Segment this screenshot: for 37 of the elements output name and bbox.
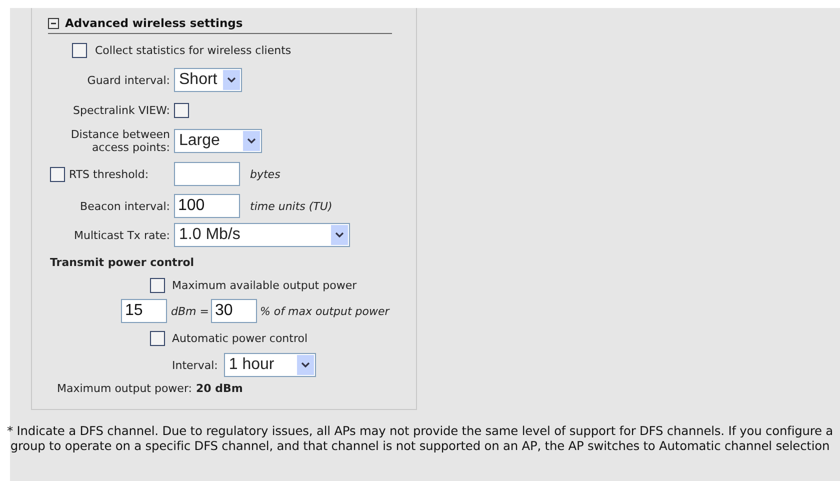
subsection-title: Transmit power control xyxy=(50,256,194,268)
dropdown[interactable]: 1 hour xyxy=(224,353,316,377)
checkbox[interactable] xyxy=(174,102,189,118)
caret-icon xyxy=(223,70,240,90)
field-label: Interval: xyxy=(172,358,218,372)
checkbox[interactable] xyxy=(72,42,87,58)
section-title: Advanced wireless settings xyxy=(65,16,243,30)
unit-label: % of max output power xyxy=(260,304,390,318)
dropdown[interactable]: Large xyxy=(174,129,262,153)
dropdown[interactable]: Short xyxy=(174,68,242,92)
field-label: Multicast Tx rate: xyxy=(73,228,170,242)
caret-icon xyxy=(243,131,260,151)
checkbox[interactable] xyxy=(150,278,165,292)
input-field[interactable]: 100 xyxy=(174,194,240,218)
field-label: Guard interval: xyxy=(86,74,170,86)
caret-icon xyxy=(331,225,348,245)
info-text: Maximum output power: xyxy=(57,382,192,394)
field-label: RTS threshold: xyxy=(69,168,149,180)
collapse-toggle[interactable] xyxy=(48,18,59,28)
caret-icon xyxy=(296,355,314,375)
unit-label: dBm = xyxy=(171,304,209,318)
dropdown[interactable]: 1.0 Mb/s xyxy=(174,223,350,247)
checkbox-label: Collect statistics for wireless clients xyxy=(95,44,292,56)
checkbox-label: Maximum available output power xyxy=(172,278,357,292)
field-label: Distance between access points: xyxy=(70,128,170,154)
field-label: Spectralink VIEW: xyxy=(72,104,170,116)
field-label: Beacon interval: xyxy=(79,200,170,212)
footnote: * Indicate a DFS channel. Due to regulatory issues, all APs may not provide the same level of support for DFS channels. If you configure a group to operate on a specific DFS channel, and that channel is not supported on an AP, the AP switches to Automatic channel selection xyxy=(6,424,834,454)
unit-label: time units (TU) xyxy=(250,200,332,212)
checkbox[interactable] xyxy=(50,166,65,182)
unit-label: bytes xyxy=(250,168,280,180)
input-field[interactable]: 30 xyxy=(210,299,257,323)
info-value: 20 dBm xyxy=(196,382,243,394)
input-field[interactable]: 15 xyxy=(121,299,167,323)
input-field[interactable] xyxy=(174,162,240,186)
checkbox[interactable] xyxy=(150,330,165,346)
checkbox-label: Automatic power control xyxy=(172,332,308,344)
